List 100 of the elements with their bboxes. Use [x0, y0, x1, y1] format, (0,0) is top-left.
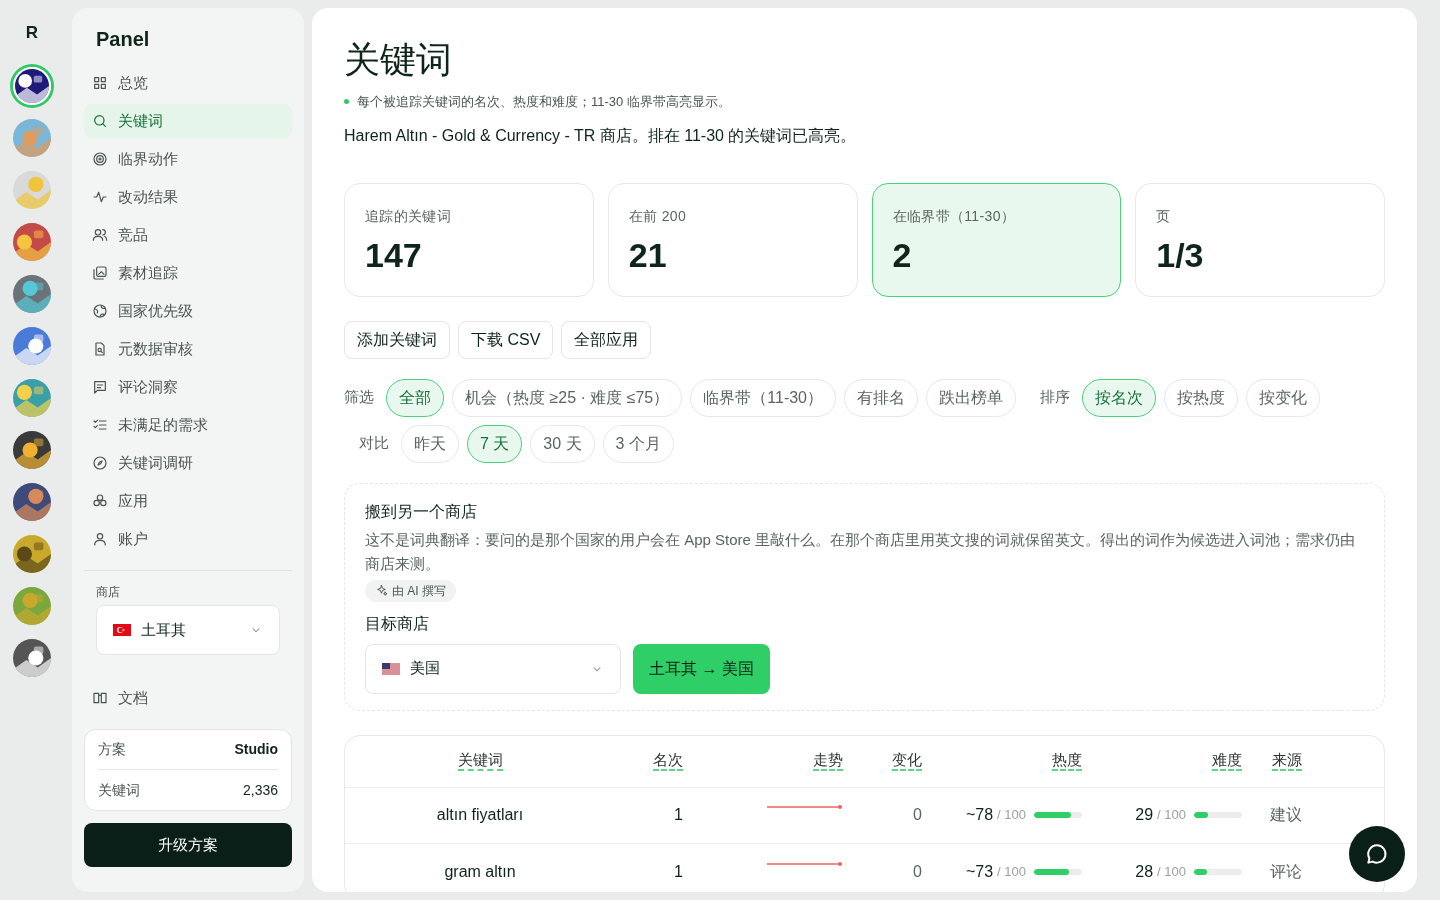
sidebar-item[interactable]: 改动结果 [84, 180, 292, 214]
users-icon [92, 227, 108, 243]
difficulty-value: 29 [1135, 805, 1154, 825]
change-cell-text: 0 [913, 861, 922, 882]
source-cell-text: 建议 [1270, 805, 1302, 825]
action-button[interactable]: 全部应用 [561, 320, 652, 359]
sidebar-item[interactable]: 账户 [84, 522, 292, 556]
pulse-icon [92, 189, 108, 205]
store-select[interactable]: 土耳其 [96, 605, 280, 655]
sparkle-icon [375, 584, 388, 597]
difficulty-scale: / 100 [1157, 862, 1186, 881]
filter-chip[interactable]: 30 天 [530, 424, 595, 463]
plan-value: 2,336 [242, 780, 278, 800]
compass-icon [92, 455, 108, 471]
sidebar-item[interactable]: 未满足的需求 [84, 408, 292, 442]
filter-chip[interactable]: 3 个月 [602, 424, 674, 463]
rank-cell-text: 1 [674, 805, 683, 825]
ai-badge: 由 AI 撰写 [365, 579, 456, 602]
heat-scale: / 100 [997, 862, 1026, 881]
sidebar-item[interactable]: 总览 [84, 66, 292, 100]
difficulty-value: 28 [1135, 861, 1154, 882]
filter-chip[interactable]: 跌出榜单 [926, 378, 1016, 417]
stat-label: 页 [1156, 206, 1172, 226]
field-label: 商店 [95, 584, 121, 601]
move-button[interactable]: 土耳其 → 美国 [633, 643, 770, 694]
column-header[interactable]: 关键词 [457, 751, 503, 771]
filter-chip[interactable]: 临界带（11-30） [690, 378, 836, 417]
images-icon [92, 265, 108, 281]
panel-title: 搬到另一个商店 [365, 501, 478, 522]
flag-icon [382, 662, 400, 675]
sidebar-item[interactable]: 元数据审核 [84, 332, 292, 366]
stat-label: 在临界带（11-30） [892, 206, 1017, 226]
plan-value: Studio [234, 740, 278, 759]
sidebar-item[interactable]: 评论洞察 [84, 370, 292, 404]
source-cell-text: 评论 [1270, 861, 1302, 882]
page-title: 关键词 [344, 40, 453, 80]
stat-label: 在前 200 [628, 206, 688, 226]
column-header[interactable]: 来源 [1272, 751, 1302, 771]
sidebar-item[interactable]: 临界动作 [84, 142, 292, 176]
upgrade-button[interactable]: 升级方案 [84, 823, 292, 867]
sidebar-item[interactable]: 应用 [84, 484, 292, 518]
column-header[interactable]: 热度 [1052, 751, 1082, 771]
filter-chip[interactable]: 机会（热度 ≥25 · 难度 ≤75） [452, 378, 683, 417]
column-header[interactable]: 名次 [653, 751, 683, 771]
sort-label: 排序 [1040, 387, 1070, 408]
heat-scale: / 100 [997, 806, 1026, 825]
heat-value: ~73 [965, 861, 994, 882]
change-cell-text: 0 [913, 805, 922, 825]
filter-chip[interactable]: 全部 [386, 378, 444, 417]
chat-button[interactable] [1349, 826, 1405, 882]
panel-text: 这不是词典翻译：要问的是那个国家的用户会在 App Store 里敲什么。在那个商店里用英文搜的词就保留英文。得出的词作为候选进入词池；需求仍由商店来测。 [365, 529, 1357, 574]
sidebar-item[interactable]: 关键词调研 [84, 446, 292, 480]
sidebar-title: Panel [95, 27, 151, 52]
app-avatar[interactable] [13, 639, 51, 677]
app-avatar[interactable] [13, 483, 51, 521]
logo[interactable]: R [25, 24, 39, 41]
stat-value: 147 [365, 234, 423, 276]
keyword-cell-text: gram altın [444, 861, 516, 882]
filter-chip[interactable]: 按名次 [1082, 378, 1156, 417]
app-avatar[interactable] [13, 535, 51, 573]
target-store-select[interactable]: 美国 [365, 643, 621, 694]
compare-label: 对比 [359, 433, 389, 454]
filter-chip[interactable]: 按热度 [1164, 378, 1238, 417]
filter-label: 筛选 [344, 387, 374, 408]
sidebar-item[interactable]: 国家优先级 [84, 294, 292, 328]
flag-icon [113, 624, 131, 636]
column-header[interactable]: 走势 [813, 751, 843, 771]
difficulty-scale: / 100 [1157, 806, 1186, 825]
column-header[interactable]: 难度 [1212, 751, 1242, 771]
page-description: Harem Altın - Gold & Currency - TR 商店。排在 11-30 的关键词已高亮。 [344, 125, 858, 146]
sidebar-item[interactable]: 素材追踪 [84, 256, 292, 290]
target-icon [92, 151, 108, 167]
stat-value: 1/3 [1156, 234, 1205, 276]
grid-icon [92, 75, 108, 91]
rank-cell-text: 1 [674, 861, 683, 882]
book-icon [92, 690, 108, 706]
document-search-icon [92, 341, 108, 357]
filter-chip[interactable]: 昨天 [401, 424, 459, 463]
keyword-cell-text: altın fiyatları [436, 805, 524, 825]
stat-value: 21 [628, 234, 668, 276]
app-avatar[interactable] [13, 431, 51, 469]
filter-chip[interactable]: 有排名 [844, 378, 918, 417]
plan-label: 关键词 [98, 780, 140, 800]
column-header[interactable]: 变化 [892, 751, 922, 771]
plan-label: 方案 [98, 740, 126, 759]
user-icon [92, 531, 108, 547]
sidebar-item[interactable]: 关键词 [84, 104, 292, 138]
message-icon [92, 379, 108, 395]
stat-label: 追踪的关键词 [365, 206, 453, 226]
sidebar-item[interactable]: 竞品 [84, 218, 292, 252]
globe-icon [92, 303, 108, 319]
docs-link[interactable]: 文档 [84, 681, 292, 715]
search-icon [92, 113, 108, 129]
action-button[interactable]: 添加关键词 [344, 320, 450, 359]
checklist-icon [92, 417, 108, 433]
filter-chip[interactable]: 7 天 [467, 424, 523, 463]
app-avatar[interactable] [13, 67, 51, 105]
action-button[interactable]: 下载 CSV [458, 320, 554, 359]
page-subtitle: 每个被追踪关键词的名次、热度和难度；11-30 临界带高亮显示。 [357, 93, 731, 111]
filter-chip[interactable]: 按变化 [1246, 378, 1320, 417]
